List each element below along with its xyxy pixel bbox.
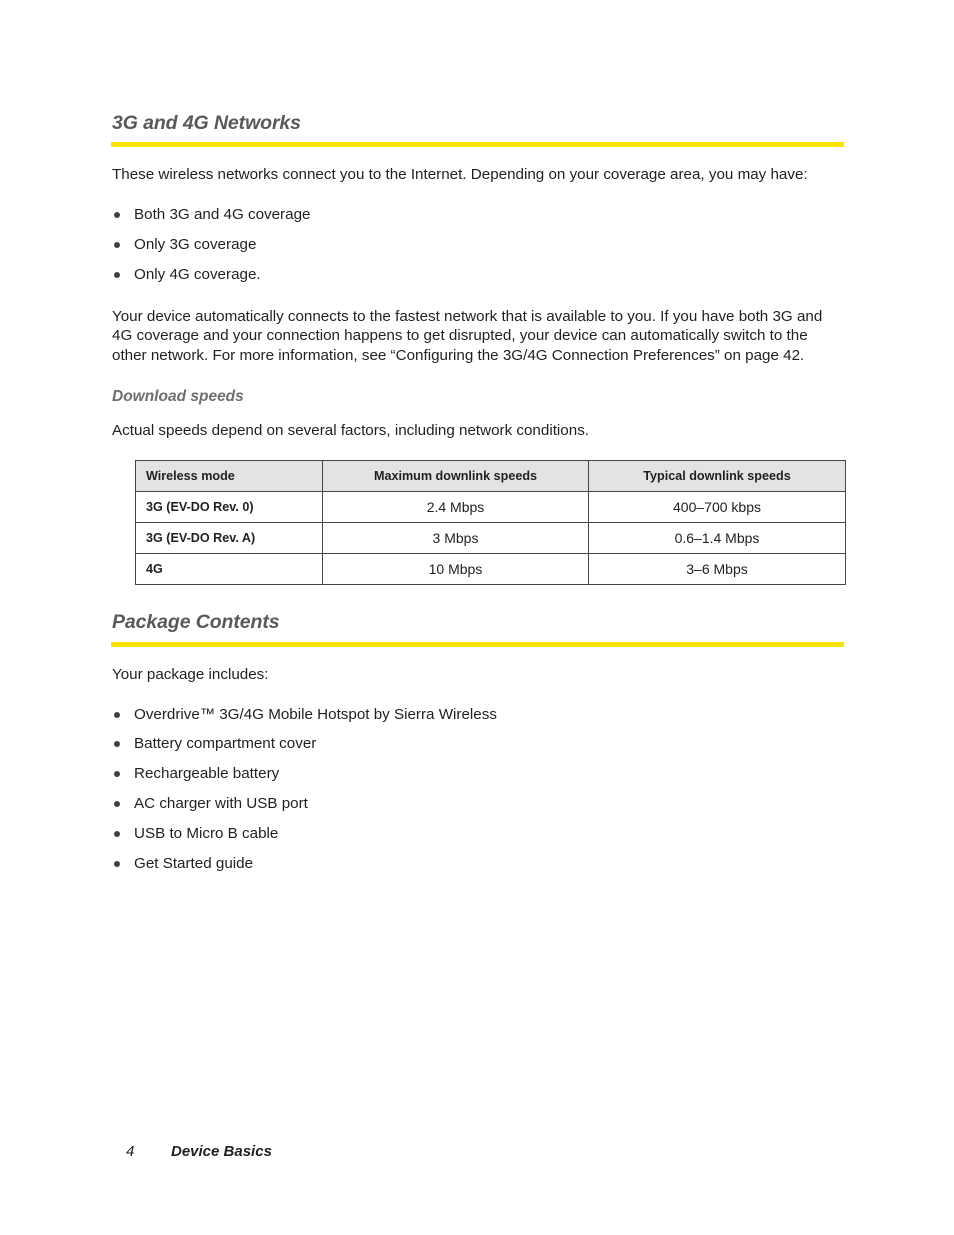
list-coverage-options: Both 3G and 4G coverage Only 3G coverage…	[111, 205, 844, 284]
column-header-typical-downlink-speeds: Typical downlink speeds	[588, 460, 846, 493]
page-footer: 4 Device Basics	[126, 1143, 272, 1160]
list-item-label: AC charger with USB port	[134, 795, 308, 812]
bullet-dot-icon	[114, 860, 120, 867]
column-header-maximum-downlink-speeds: Maximum downlink speeds	[322, 460, 589, 493]
list-item-label: Both 3G and 4G coverage	[134, 206, 311, 224]
bullet-dot-icon	[114, 830, 120, 837]
list-item: Rechargeable battery	[114, 764, 844, 784]
bullet-dot-icon	[114, 242, 120, 249]
column-header-wireless-mode: Wireless mode	[135, 460, 323, 493]
cell-maximum-speed: 10 Mbps	[322, 553, 589, 586]
table-download-speeds: Wireless mode Maximum downlink speeds Ty…	[135, 460, 846, 586]
bullet-dot-icon	[114, 711, 120, 718]
cell-typical-speed: 0.6–1.4 Mbps	[588, 522, 846, 555]
paragraph-networks-intro: These wireless networks connect you to t…	[112, 166, 808, 184]
table-body: 3G (EV-DO Rev. 0) 2.4 Mbps 400–700 kbps …	[135, 491, 846, 586]
list-item: AC charger with USB port	[114, 794, 844, 814]
list-item-label: Overdrive™ 3G/4G Mobile Hotspot by Sierr…	[134, 705, 497, 723]
paragraph-actual-speeds: Actual speeds depend on several factors,…	[112, 421, 590, 439]
section-heading-3g-and-4g-networks: 3G and 4G Networks	[112, 112, 301, 134]
cell-wireless-mode: 4G	[135, 553, 323, 586]
bullet-dot-icon	[114, 271, 120, 278]
table-wrapper: Wireless mode Maximum downlink speeds Ty…	[111, 460, 846, 586]
list-item-label: Battery compartment cover	[134, 735, 317, 753]
cell-wireless-mode: 3G (EV-DO Rev. A)	[135, 522, 323, 555]
bullet-dot-icon	[114, 801, 120, 807]
list-item: Only 3G coverage	[114, 235, 844, 255]
section-heading-package-contents: Package Contents	[112, 611, 280, 634]
paragraph-package-intro: Your package includes:	[112, 665, 269, 683]
paragraph-network-switching: Your device automatically connects to th…	[112, 307, 823, 365]
list-item: Overdrive™ 3G/4G Mobile Hotspot by Sierr…	[114, 705, 844, 725]
bullet-dot-icon	[114, 741, 120, 748]
table-header: Wireless mode Maximum downlink speeds Ty…	[135, 460, 846, 493]
document-page: 3G and 4G Networks These wireless networ…	[0, 0, 954, 1235]
table-row: 4G 10 Mbps 3–6 Mbps	[135, 553, 846, 586]
cell-maximum-speed: 3 Mbps	[322, 522, 589, 555]
cell-maximum-speed: 2.4 Mbps	[322, 491, 589, 524]
bullet-dot-icon	[114, 771, 120, 778]
footer-section-title: Device Basics	[171, 1143, 272, 1160]
list-item: Battery compartment cover	[114, 734, 844, 754]
list-item: Only 4G coverage.	[114, 265, 844, 285]
footer-page-number: 4	[126, 1143, 135, 1160]
table-row: 3G (EV-DO Rev. A) 3 Mbps 0.6–1.4 Mbps	[135, 522, 846, 555]
list-package-contents: Overdrive™ 3G/4G Mobile Hotspot by Sierr…	[111, 705, 844, 874]
section-3g-and-4g-networks: 3G and 4G Networks	[111, 112, 844, 148]
list-item-label: Rechargeable battery	[134, 765, 280, 783]
table-header-row: Wireless mode Maximum downlink speeds Ty…	[135, 460, 846, 493]
list-item: Get Started guide	[114, 854, 844, 874]
bullet-dot-icon	[114, 212, 120, 219]
page-content: 3G and 4G Networks These wireless networ…	[111, 112, 846, 874]
list-item-label: Get Started guide	[134, 854, 254, 872]
list-item: Both 3G and 4G coverage	[114, 205, 844, 225]
cell-typical-speed: 3–6 Mbps	[588, 553, 846, 586]
cell-wireless-mode: 3G (EV-DO Rev. 0)	[135, 491, 323, 524]
list-item: USB to Micro B cable	[114, 824, 844, 844]
subheading-download-speeds: Download speeds	[112, 388, 244, 405]
section-package-contents: Package Contents	[111, 611, 844, 647]
table-row: 3G (EV-DO Rev. 0) 2.4 Mbps 400–700 kbps	[135, 491, 846, 524]
list-item-label: Only 4G coverage.	[134, 265, 261, 283]
list-item-label: USB to Micro B cable	[134, 824, 279, 842]
cell-typical-speed: 400–700 kbps	[588, 491, 846, 524]
list-item-label: Only 3G coverage	[134, 236, 257, 254]
